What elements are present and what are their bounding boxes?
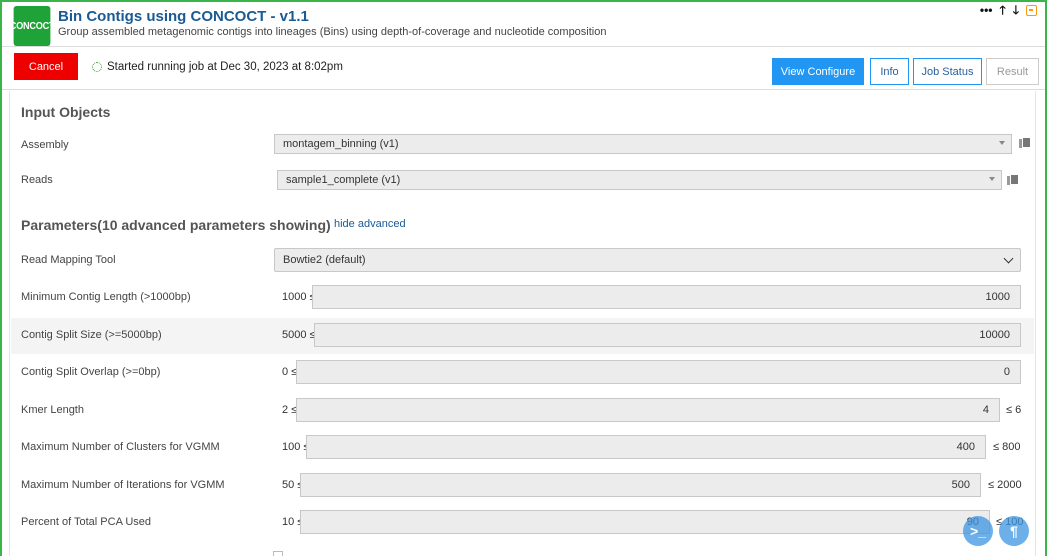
reads-value: sample1_complete (v1) [286,174,401,186]
min-contig-length-label: Minimum Contig Length (>1000bp) [21,291,191,303]
terminal-icon[interactable]: >_ [963,516,993,546]
read-mapping-dropdown[interactable]: Bowtie2 (default) [274,248,1021,272]
chevron-down-icon [1003,253,1014,264]
min-contig-length-min: 1000 ≤ [282,291,316,303]
move-up-icon[interactable]: 🡑 [1000,4,1006,16]
min-contig-length-input[interactable]: 1000 [312,285,1021,309]
max-iterations-input[interactable]: 500 [300,473,981,497]
job-status: Started running job at Dec 30, 2023 at 8… [92,61,343,73]
tab-view-configure[interactable]: View Configure [772,58,864,85]
move-down-icon[interactable]: 🡓 [1013,4,1019,16]
max-iterations-max: ≤ 2000 [988,479,1022,491]
tab-result[interactable]: Result [986,58,1039,85]
assembly-value: montagem_binning (v1) [283,138,399,150]
cancel-button[interactable]: Cancel [14,53,78,80]
copy-icon[interactable] [1019,137,1031,149]
kmer-length-min: 2 ≤ [282,404,298,416]
app-header: CONCOCT Bin Contigs using CONCOCT - v1.1… [2,2,1045,47]
contig-split-size-input[interactable]: 10000 [314,323,1021,347]
tab-job-status[interactable]: Job Status [913,58,982,85]
pca-percent-label: Percent of Total PCA Used [21,516,152,528]
max-iterations-label: Maximum Number of Iterations for VGMM [21,479,225,491]
read-mapping-row: Read Mapping Tool Bowtie2 (default) [11,242,1034,278]
contig-split-size-row: Contig Split Size (>=5000bp) 5000 ≤ 1000… [11,318,1034,354]
assembly-label: Assembly [21,139,69,151]
caret-down-icon [999,141,1005,145]
max-clusters-max: ≤ 800 [993,441,1021,453]
max-iterations-row: Maximum Number of Iterations for VGMM 50… [11,468,1034,504]
kmer-length-input[interactable]: 4 [296,398,1000,422]
contig-split-overlap-row: Contig Split Overlap (>=0bp) 0 ≤ 0 [11,355,1034,391]
spinner-icon [92,62,102,72]
more-options-icon[interactable]: ••• [980,4,993,16]
contig-split-overlap-input[interactable]: 0 [296,360,1021,384]
read-mapping-label: Read Mapping Tool [21,254,116,266]
parameters-title: Parameters(10 advanced parameters showin… [21,217,331,233]
job-toolbar: Cancel Started running job at Dec 30, 20… [2,48,1045,90]
reads-select[interactable]: sample1_complete (v1) [277,170,1002,190]
hide-advanced-link[interactable]: hide advanced [334,218,406,230]
input-objects-title: Input Objects [21,104,111,120]
max-clusters-input[interactable]: 400 [306,435,986,459]
app-subtitle: Group assembled metagenomic contigs into… [58,26,607,38]
contig-split-size-label: Contig Split Size (>=5000bp) [21,329,162,341]
concoct-logo: CONCOCT [10,6,55,46]
collapse-icon[interactable] [1026,4,1037,16]
job-status-text: Started running job at Dec 30, 2023 at 8… [107,61,343,73]
pca-percent-row: Percent of Total PCA Used 10 ≤ 90 ≤ 100 [11,505,1034,541]
contig-split-overlap-min: 0 ≤ [282,366,298,378]
app-title[interactable]: Bin Contigs using CONCOCT - v1.1 [58,8,309,25]
copy-icon[interactable] [1007,174,1019,186]
contig-split-overlap-label: Contig Split Overlap (>=0bp) [21,366,161,378]
caret-down-icon [989,177,995,181]
read-mapping-value: Bowtie2 (default) [283,254,366,266]
kmer-length-max: ≤ 6 [1006,404,1022,416]
max-clusters-row: Maximum Number of Clusters for VGMM 100 … [11,430,1034,466]
pca-percent-input[interactable]: 90 [300,510,990,534]
reads-row: Reads sample1_complete (v1) [11,162,1034,198]
cell-controls: ••• 🡑 🡓 [980,4,1037,16]
min-contig-length-row: Minimum Contig Length (>1000bp) 1000 ≤ 1… [11,280,1034,316]
kmer-length-label: Kmer Length [21,404,84,416]
option-checkbox[interactable] [273,551,283,556]
contig-split-size-min: 5000 ≤ [282,329,316,341]
kmer-length-row: Kmer Length 2 ≤ 4 ≤ 6 [11,393,1034,429]
reads-label: Reads [21,174,53,186]
tab-info[interactable]: Info [870,58,909,85]
max-clusters-label: Maximum Number of Clusters for VGMM [21,441,220,453]
paragraph-icon[interactable]: ¶ [999,516,1029,546]
assembly-row: Assembly montagem_binning (v1) [11,127,1034,163]
assembly-select[interactable]: montagem_binning (v1) [274,134,1012,154]
config-panel: Input Objects Assembly montagem_binning … [9,91,1036,556]
